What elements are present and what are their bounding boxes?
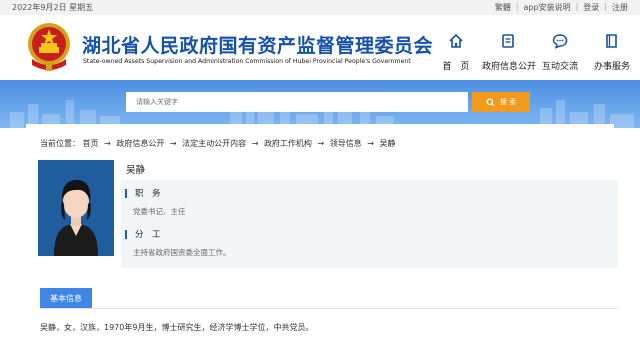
login-link[interactable]: 登录 [583, 2, 599, 13]
search-banner: 搜 索 [0, 80, 640, 128]
main-nav: 首 页 政府信息公开 互动交流 办事服务 [430, 31, 638, 72]
breadcrumb-item-gov-info[interactable]: 政府信息公开 [116, 139, 164, 148]
biography-text: 吴静，女，汉族，1970年9月生，博士研究生，经济学博士学位，中共党员。 [40, 323, 314, 332]
search-button-label: 搜 索 [499, 98, 517, 106]
duty-heading: 职 务 [125, 187, 161, 199]
duty-value: 党委书记、主任 [133, 207, 186, 216]
person-name: 吴静 [126, 165, 146, 176]
breadcrumb-item-statutory[interactable]: 法定主动公开内容 [182, 139, 246, 148]
nav-label: 办事服务 [593, 62, 630, 72]
portrait-image [38, 160, 114, 256]
breadcrumb-arrow-icon: → [104, 139, 111, 148]
breadcrumb-item-current: 吴静 [379, 139, 396, 148]
divider: | [604, 2, 607, 11]
site-subtitle: State-owned Assets Supervision and Admin… [83, 58, 411, 65]
breadcrumb-prefix: 当前位置： [40, 139, 80, 148]
division-label: 分 工 [135, 230, 161, 240]
divider: | [515, 2, 519, 11]
breadcrumb-arrow-icon: → [367, 139, 374, 148]
app-install-link[interactable]: app安装说明 [524, 2, 571, 13]
breadcrumb-item-leaders[interactable]: 领导信息 [330, 139, 362, 148]
national-emblem-icon[interactable] [26, 21, 72, 73]
register-link[interactable]: 注册 [612, 2, 628, 13]
search-button[interactable]: 搜 索 [472, 92, 530, 112]
breadcrumb-arrow-icon: → [251, 139, 259, 148]
search-input[interactable] [126, 92, 468, 112]
breadcrumb-arrow-icon: → [169, 139, 177, 148]
nav-label: 互动交流 [541, 62, 578, 72]
nav-label: 首 页 [442, 62, 470, 72]
breadcrumb-item-agencies[interactable]: 政府工作机构 [264, 139, 312, 148]
nav-item-gov-info[interactable]: 政府信息公开 [482, 31, 537, 72]
document-icon [502, 34, 514, 48]
divider: | [575, 2, 579, 11]
content-card: 当前位置： 首页 → 政府信息公开 → 法定主动公开内容 → 政府工作机构 → … [26, 124, 618, 347]
breadcrumb-arrow-icon: → [317, 139, 325, 148]
nav-item-services[interactable]: 办事服务 [586, 31, 638, 72]
top-bar: 2022年9月2日 星期五 繁體 | app安装说明 | 登录 | 注册 [0, 0, 640, 15]
site-header: 湖北省人民政府国有资产监督管理委员会 State-owned Assets Su… [0, 15, 640, 80]
traditional-chinese-link[interactable]: 繁體 [495, 2, 511, 13]
breadcrumb: 当前位置： 首页 → 政府信息公开 → 法定主动公开内容 → 政府工作机构 → … [40, 138, 396, 149]
nav-label: 政府信息公开 [482, 62, 537, 72]
home-icon [449, 33, 463, 48]
nav-item-home[interactable]: 首 页 [430, 31, 482, 72]
current-date: 2022年9月2日 星期五 [12, 3, 94, 12]
book-icon [606, 34, 617, 48]
site-title[interactable]: 湖北省人民政府国有资产监督管理委员会 [82, 31, 433, 58]
search-icon [486, 97, 495, 107]
chat-icon [552, 34, 568, 49]
leader-photo [38, 160, 114, 256]
section-marker [125, 188, 127, 198]
division-heading: 分 工 [125, 228, 161, 240]
breadcrumb-item-home[interactable]: 首页 [83, 139, 99, 148]
duty-label: 职 务 [135, 189, 161, 199]
tab-basic-info[interactable]: 基本信息 [40, 288, 92, 308]
top-links: 繁體 | app安装说明 | 登录 | 注册 [495, 2, 628, 13]
tab-divider [40, 308, 618, 309]
section-marker [125, 229, 127, 239]
division-value: 主持省政府国资委全面工作。 [133, 248, 231, 257]
leader-info-panel: 职 务 党委书记、主任 分 工 主持省政府国资委全面工作。 [121, 180, 618, 268]
nav-item-interaction[interactable]: 互动交流 [534, 31, 586, 72]
